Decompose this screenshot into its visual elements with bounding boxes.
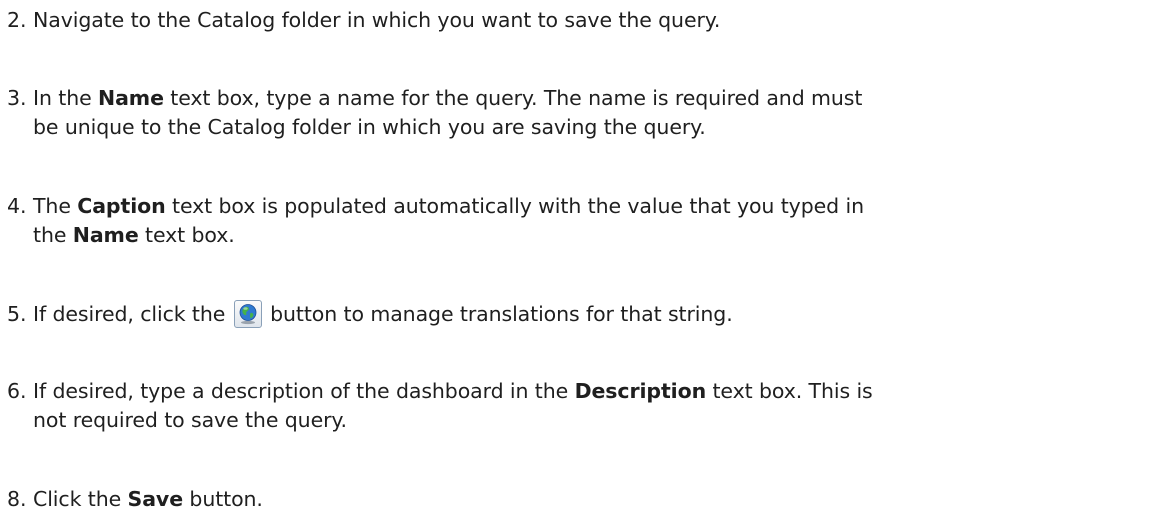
step-number: 8. — [7, 487, 27, 511]
step-text: text box, type a name for the query. The… — [163, 86, 863, 110]
ui-term-name: Name — [98, 86, 164, 110]
step-5: 5. If desired, click the button to manage… — [7, 300, 1167, 329]
ui-term-name: Name — [72, 223, 139, 247]
step-number: 3. — [7, 86, 27, 110]
step-text: text box. This is — [706, 379, 873, 403]
instruction-steps: 2. Navigate to the Catalog folder in whic… — [0, 0, 1176, 523]
step-text: If desired, click the — [33, 302, 232, 326]
globe-icon — [239, 304, 257, 325]
step-text: In the — [33, 86, 99, 110]
ui-term-save: Save — [127, 487, 184, 511]
step-text: Click the — [33, 487, 128, 511]
step-text: If desired, type a description of the da… — [33, 379, 575, 403]
step-3: 3. In the Name text box, type a name for … — [7, 84, 1167, 142]
step-8: 8. Click the Save button. — [7, 485, 1167, 514]
ui-term-caption: Caption — [77, 194, 166, 218]
step-text-continued: be unique to the Catalog folder in which… — [33, 115, 706, 139]
step-number: 6. — [7, 379, 27, 403]
step-text: The — [33, 194, 78, 218]
step-number: 2. — [7, 8, 27, 32]
step-text: Navigate to the Catalog folder in which … — [33, 8, 721, 32]
step-text: text box. — [138, 223, 235, 247]
step-4: 4. The Caption text box is populated auto… — [7, 192, 1167, 250]
step-2: 2. Navigate to the Catalog folder in whic… — [7, 6, 1167, 35]
step-text-continued: the Name text box. — [7, 221, 1167, 250]
step-6: 6. If desired, type a description of the … — [7, 377, 1167, 435]
step-text: text box is populated automatically with… — [165, 194, 864, 218]
step-text-continued: not required to save the query. — [33, 408, 347, 432]
step-number: 5. — [7, 302, 27, 326]
step-text: the — [33, 223, 73, 247]
step-text: button to manage translations for that s… — [263, 302, 733, 326]
ui-term-description: Description — [574, 379, 707, 403]
step-text: button. — [183, 487, 263, 511]
manage-translations-button[interactable] — [233, 300, 262, 328]
step-number: 4. — [7, 194, 27, 218]
